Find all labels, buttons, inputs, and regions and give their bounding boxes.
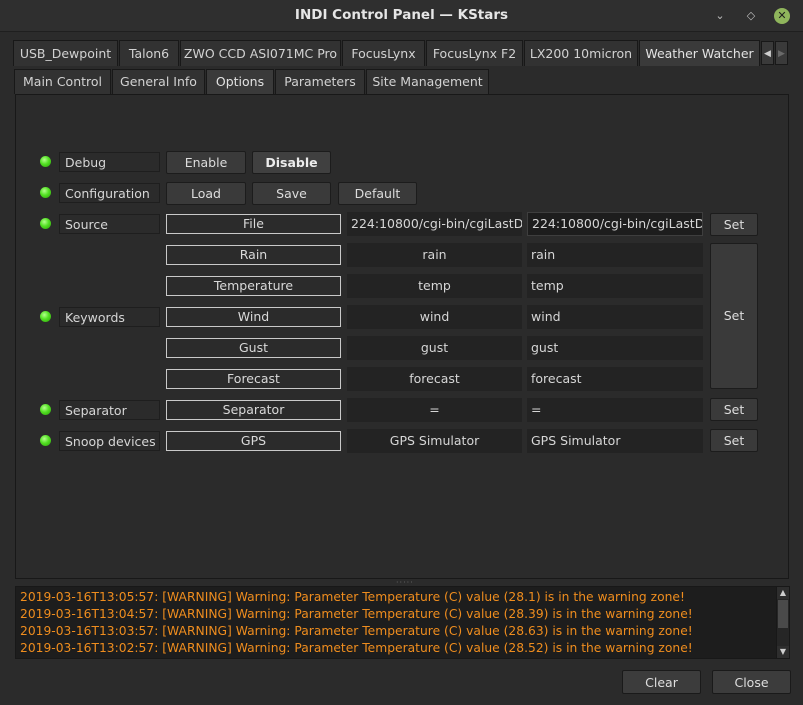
scroll-down-icon[interactable]: ▼: [777, 646, 789, 658]
source-status-icon: [40, 218, 51, 229]
keyword-wind-current-value: wind: [347, 305, 522, 329]
snoop-gps-current-value: GPS Simulator: [347, 429, 522, 453]
tab-scroll-left-icon[interactable]: ◀: [761, 41, 774, 65]
separator-input[interactable]: =: [527, 398, 703, 422]
keyword-wind-element-label: Wind: [166, 307, 341, 327]
keyword-gust-element-label: Gust: [166, 338, 341, 358]
tab-zwo-ccd[interactable]: ZWO CCD ASI071MC Pro: [180, 40, 341, 66]
snoop-set-button[interactable]: Set: [710, 429, 758, 452]
clear-button[interactable]: Clear: [622, 670, 701, 694]
tab-lx200-10micron[interactable]: LX200 10micron: [524, 40, 638, 66]
debug-disable-button[interactable]: Disable: [252, 151, 331, 174]
configuration-label: Configuration: [59, 183, 160, 203]
separator-current-value: =: [347, 398, 522, 422]
keyword-forecast-input[interactable]: forecast: [527, 367, 703, 391]
log-line: 2019-03-16T13:03:57: [WARNING] Warning: …: [20, 624, 693, 638]
config-default-button[interactable]: Default: [338, 182, 417, 205]
config-load-button[interactable]: Load: [166, 182, 246, 205]
scrollbar-thumb[interactable]: [778, 600, 788, 628]
source-label: Source: [59, 214, 160, 234]
scroll-up-icon[interactable]: ▲: [777, 587, 789, 599]
keyword-rain-current-value: rain: [347, 243, 522, 267]
keyword-wind-input[interactable]: wind: [527, 305, 703, 329]
keyword-temperature-current-value: temp: [347, 274, 522, 298]
message-log[interactable]: 2019-03-16T13:05:57: [WARNING] Warning: …: [15, 586, 790, 659]
snoop-gps-element-label: GPS: [166, 431, 341, 451]
source-file-element-label: File: [166, 214, 341, 234]
source-file-input[interactable]: 224:10800/cgi-bin/cgiLastData: [527, 212, 703, 236]
close-button[interactable]: Close: [712, 670, 791, 694]
log-scrollbar[interactable]: ▲ ▼: [776, 587, 789, 658]
separator-element-label: Separator: [166, 400, 341, 420]
keyword-gust-input[interactable]: gust: [527, 336, 703, 360]
tab-options[interactable]: Options: [206, 69, 274, 94]
keyword-rain-element-label: Rain: [166, 245, 341, 265]
tab-parameters[interactable]: Parameters: [275, 69, 365, 94]
minimize-icon[interactable]: ⌄: [712, 8, 728, 24]
close-window-icon[interactable]: ✕: [774, 8, 790, 24]
tab-talon6[interactable]: Talon6: [119, 40, 179, 66]
keywords-label: Keywords: [59, 307, 160, 327]
tab-weather-watcher[interactable]: Weather Watcher: [639, 40, 760, 66]
snoop-gps-input[interactable]: GPS Simulator: [527, 429, 703, 453]
keyword-rain-input[interactable]: rain: [527, 243, 703, 267]
log-line: 2019-03-16T13:05:57: [WARNING] Warning: …: [20, 590, 685, 604]
tab-site-management[interactable]: Site Management: [366, 69, 489, 94]
source-set-button[interactable]: Set: [710, 213, 758, 236]
debug-enable-button[interactable]: Enable: [166, 151, 246, 174]
tab-focuslynx[interactable]: FocusLynx: [342, 40, 425, 66]
debug-label: Debug: [59, 152, 160, 172]
log-line: 2019-03-16T13:02:57: [WARNING] Warning: …: [20, 641, 693, 655]
source-current-value: 224:10800/cgi-bin/cgiLastData: [347, 212, 522, 236]
restore-icon[interactable]: ◇: [743, 8, 759, 24]
keyword-temperature-input[interactable]: temp: [527, 274, 703, 298]
tab-scroll-right-icon[interactable]: ▶: [775, 41, 788, 65]
keyword-temperature-element-label: Temperature: [166, 276, 341, 296]
separator-set-button[interactable]: Set: [710, 398, 758, 421]
keyword-forecast-current-value: forecast: [347, 367, 522, 391]
keyword-forecast-element-label: Forecast: [166, 369, 341, 389]
title-bar: INDI Control Panel — KStars ⌄ ◇ ✕: [0, 0, 803, 32]
snoop-devices-label: Snoop devices: [59, 431, 160, 451]
keywords-status-icon: [40, 311, 51, 322]
keywords-set-button[interactable]: Set: [710, 243, 758, 389]
window-title: INDI Control Panel — KStars: [294, 7, 509, 23]
tab-general-info[interactable]: General Info: [112, 69, 205, 94]
tab-main-control[interactable]: Main Control: [14, 69, 111, 94]
separator-status-icon: [40, 404, 51, 415]
debug-status-icon: [40, 156, 51, 167]
config-save-button[interactable]: Save: [252, 182, 331, 205]
separator-label: Separator: [59, 400, 160, 420]
dialog-body: USB_Dewpoint Talon6 ZWO CCD ASI071MC Pro…: [1, 32, 802, 704]
options-panel: Debug Enable Disable Configuration Load …: [15, 94, 789, 579]
source-file-input-text: 224:10800/cgi-bin/cgiLastData: [532, 216, 702, 231]
keyword-gust-current-value: gust: [347, 336, 522, 360]
tab-usb-dewpoint[interactable]: USB_Dewpoint: [13, 40, 118, 66]
log-line: 2019-03-16T13:04:57: [WARNING] Warning: …: [20, 607, 693, 621]
splitter-handle[interactable]: ·····: [396, 579, 413, 587]
configuration-status-icon: [40, 187, 51, 198]
tab-focuslynx-f2[interactable]: FocusLynx F2: [426, 40, 523, 66]
snoop-status-icon: [40, 435, 51, 446]
